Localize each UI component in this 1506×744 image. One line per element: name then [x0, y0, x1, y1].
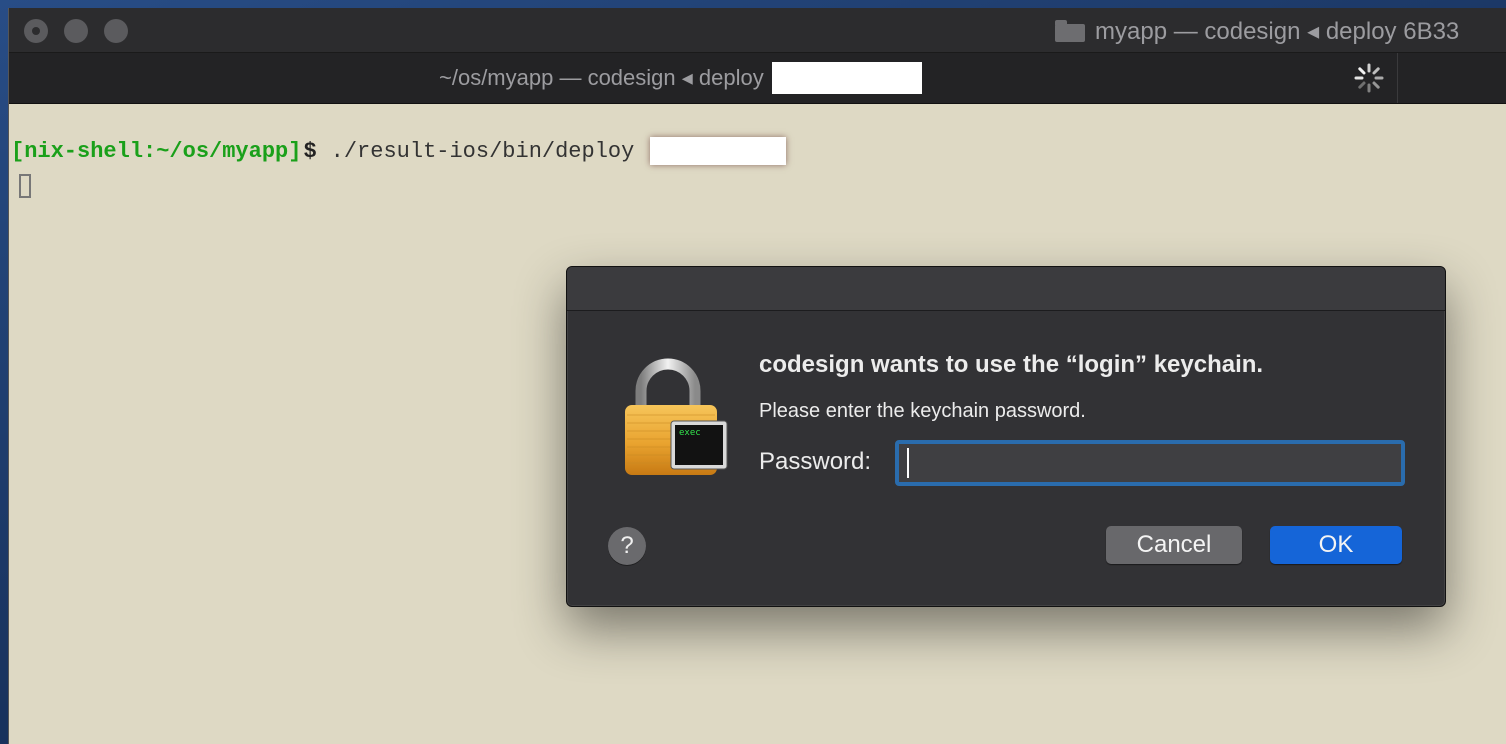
- terminal-icon: exec: [670, 420, 728, 470]
- help-button[interactable]: ?: [608, 527, 646, 565]
- redacted-block: [650, 137, 787, 165]
- dialog-heading: codesign wants to use the “login” keycha…: [759, 351, 1264, 378]
- dialog-title-bar[interactable]: [567, 267, 1445, 311]
- tab-bar: ~/os/myapp — codesign ◂ deploy: [9, 53, 1506, 104]
- shell-prompt: [nix-shell:~/os/myapp]: [11, 138, 302, 164]
- cancel-button[interactable]: Cancel: [1106, 526, 1242, 564]
- minimize-icon[interactable]: [64, 19, 88, 43]
- command-text: ./result-ios/bin/deploy: [330, 138, 635, 164]
- window-title: myapp — codesign ◂ deploy 6B33: [1055, 16, 1459, 46]
- desktop: myapp — codesign ◂ deploy 6B33 ~/os/myap…: [0, 0, 1506, 744]
- prompt-line: [nix-shell:~/os/myapp] $ ./result-ios/bi…: [11, 136, 787, 166]
- title-bar[interactable]: myapp — codesign ◂ deploy 6B33: [9, 8, 1506, 53]
- folder-icon: [1055, 20, 1085, 42]
- close-icon[interactable]: [24, 19, 48, 43]
- badge-text: exec: [679, 428, 701, 438]
- keychain-dialog: exec codesign wants to use the “login” k…: [566, 266, 1446, 607]
- text-caret: [907, 448, 909, 478]
- terminal-cursor: [19, 174, 31, 198]
- tab-active[interactable]: ~/os/myapp — codesign ◂ deploy: [9, 53, 1398, 103]
- password-field[interactable]: [895, 440, 1405, 486]
- zoom-icon[interactable]: [104, 19, 128, 43]
- prompt-dollar: $: [303, 138, 317, 164]
- tab-title-text: ~/os/myapp — codesign ◂ deploy: [439, 65, 764, 90]
- spinner-icon: [1354, 63, 1384, 93]
- dialog-message: Please enter the keychain password.: [759, 400, 1086, 422]
- password-label: Password:: [759, 448, 872, 475]
- redacted-block: [771, 62, 922, 94]
- tab-title: ~/os/myapp — codesign ◂ deploy: [439, 62, 922, 94]
- ok-button[interactable]: OK: [1270, 526, 1402, 564]
- window-title-text: myapp — codesign ◂ deploy 6B33: [1095, 17, 1460, 45]
- lock-icon: exec: [625, 358, 728, 475]
